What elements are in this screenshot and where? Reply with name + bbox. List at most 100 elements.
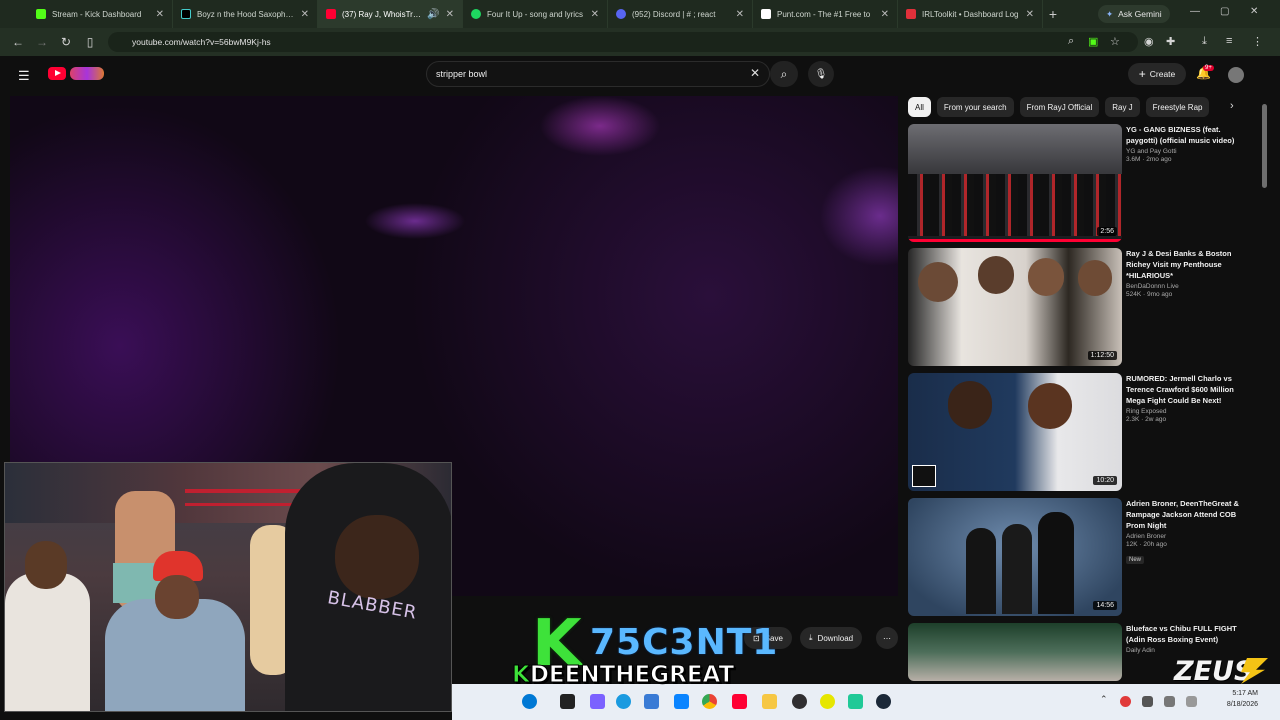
- tab-saxophone[interactable]: Boyz n the Hood Saxophone ✕: [173, 0, 318, 28]
- close-icon[interactable]: ✕: [156, 9, 164, 20]
- close-icon[interactable]: ✕: [446, 9, 454, 20]
- menu-icon[interactable]: ☰: [18, 68, 30, 84]
- sidebar-icon[interactable]: ▯: [78, 35, 102, 49]
- edge-icon[interactable]: [616, 694, 631, 709]
- video-title[interactable]: YG - GANG BIZNESS (feat. paygotti) (offi…: [1126, 124, 1244, 146]
- more-actions-button[interactable]: ⋯: [876, 627, 898, 649]
- close-icon[interactable]: ✕: [1026, 9, 1034, 20]
- tab-title: Boyz n the Hood Saxophone: [197, 9, 295, 19]
- tray-app-icon[interactable]: [1120, 696, 1131, 707]
- close-icon[interactable]: ✕: [591, 9, 599, 20]
- channel-name[interactable]: Daily Adin: [1126, 647, 1244, 654]
- chevron-right-icon[interactable]: ›: [1230, 100, 1234, 112]
- download-button[interactable]: ⤓ Download: [800, 627, 863, 649]
- minimize-icon[interactable]: —: [1190, 6, 1200, 17]
- channel-name[interactable]: Adrien Broner: [1126, 533, 1244, 540]
- create-label: Create: [1149, 69, 1176, 79]
- tab-title: IRLToolkit • Dashboard Log: [922, 9, 1019, 19]
- download-icon: ⤓: [809, 633, 813, 642]
- list-item[interactable]: 1:12:50 Ray J & Desi Banks & Boston Rich…: [908, 248, 1248, 366]
- plus-icon: +: [1138, 67, 1146, 81]
- battery-icon[interactable]: [1186, 696, 1197, 707]
- tab-punt[interactable]: Punt.com - The #1 Free to ✕: [753, 0, 898, 28]
- duration-badge: 14:56: [1093, 601, 1117, 610]
- reload-icon[interactable]: ↻: [54, 35, 78, 49]
- chip-from-your-search[interactable]: From your search: [936, 97, 1014, 117]
- chip-from-rayj-official[interactable]: From RayJ Official: [1019, 97, 1100, 117]
- youtube-app-icon[interactable]: [732, 694, 747, 709]
- store-icon[interactable]: [644, 694, 659, 709]
- tab-spotify[interactable]: Four It Up - song and lyrics ✕: [463, 0, 608, 28]
- video-stats: 2.3K · 2w ago: [1126, 416, 1167, 423]
- list-item[interactable]: 14:56 Adrien Broner, DeenTheGreat & Ramp…: [908, 498, 1248, 616]
- video-title[interactable]: Adrien Broner, DeenTheGreat & Rampage Ja…: [1126, 498, 1244, 531]
- start-icon[interactable]: [522, 694, 537, 709]
- speaker-icon[interactable]: 🔊: [427, 9, 439, 20]
- video-thumbnail[interactable]: 10:20: [908, 373, 1122, 491]
- irltoolkit-icon: [906, 9, 916, 19]
- tray-chevron-icon[interactable]: ⌃: [1100, 694, 1108, 705]
- volume-icon[interactable]: [1164, 696, 1175, 707]
- create-button[interactable]: + Create: [1128, 63, 1186, 85]
- tab-discord[interactable]: (952) Discord | # ; react ✕: [608, 0, 753, 28]
- chip-all[interactable]: All: [908, 97, 931, 117]
- avatar[interactable]: [1228, 67, 1244, 83]
- downloads-icon[interactable]: ⤓: [1202, 35, 1207, 48]
- scrollbar[interactable]: [1262, 104, 1267, 188]
- profile-extension-icon[interactable]: ◉: [1144, 35, 1154, 48]
- video-thumbnail[interactable]: 1:12:50: [908, 248, 1122, 366]
- copilot-icon[interactable]: [590, 694, 605, 709]
- list-item[interactable]: 2:56 YG - GANG BIZNESS (feat. paygotti) …: [908, 124, 1248, 242]
- chip-freestyle-rap[interactable]: Freestyle Rap: [1145, 97, 1210, 117]
- video-thumbnail[interactable]: 14:56: [908, 498, 1122, 616]
- video-title[interactable]: Ray J & Desi Banks & Boston Richey Visit…: [1126, 248, 1244, 281]
- maximize-icon[interactable]: ▢: [1220, 6, 1229, 17]
- norton-icon[interactable]: [820, 694, 835, 709]
- tab-kick-dashboard[interactable]: Stream - Kick Dashboard ✕: [28, 0, 173, 28]
- zoom-icon[interactable]: ⌕: [1068, 35, 1074, 48]
- bookmark-star-icon[interactable]: ☆: [1110, 35, 1120, 48]
- app-icon[interactable]: [848, 694, 863, 709]
- chip-ray-j[interactable]: Ray J: [1105, 97, 1140, 117]
- tiktok-icon: [181, 9, 191, 19]
- steam-icon[interactable]: [876, 694, 891, 709]
- wifi-icon[interactable]: [1142, 696, 1153, 707]
- back-icon[interactable]: ←: [6, 35, 30, 49]
- video-thumbnail[interactable]: [908, 623, 1122, 681]
- mail-icon[interactable]: [674, 694, 689, 709]
- list-item[interactable]: 10:20 RUMORED: Jermell Charlo vs Terence…: [908, 373, 1248, 491]
- video-stats: 12K · 20h ago: [1126, 541, 1167, 548]
- forward-icon[interactable]: →: [30, 35, 54, 49]
- close-icon[interactable]: ✕: [301, 9, 309, 20]
- video-title[interactable]: RUMORED: Jermell Charlo vs Terence Crawf…: [1126, 373, 1244, 406]
- address-bar[interactable]: youtube.com/watch?v=56bwM9Kj-hs: [108, 32, 1138, 52]
- profile-icon[interactable]: ≡: [1226, 35, 1232, 47]
- search-input[interactable]: stripper bowl: [426, 61, 770, 87]
- voice-search-button[interactable]: 🎙: [808, 61, 834, 87]
- tab-youtube-ray-j[interactable]: (37) Ray J, WhoisTruth 🔊 ✕: [318, 0, 463, 28]
- close-icon[interactable]: ✕: [881, 9, 889, 20]
- close-icon[interactable]: ✕: [736, 9, 744, 20]
- video-thumbnail[interactable]: 2:56: [908, 124, 1122, 242]
- channel-name[interactable]: YG and Pay Gotti: [1126, 148, 1244, 155]
- taskbar-clock[interactable]: 5:17 AM 8/18/2026: [1212, 688, 1258, 710]
- extensions-puzzle-icon[interactable]: ✚: [1166, 35, 1175, 48]
- search-button[interactable]: ⌕: [770, 61, 798, 87]
- channel-name[interactable]: BenDaDonnn Live: [1126, 283, 1244, 290]
- chrome-icon[interactable]: [702, 694, 717, 709]
- new-tab-button[interactable]: +: [1043, 6, 1063, 22]
- ask-gemini-button[interactable]: ✦ Ask Gemini: [1098, 5, 1170, 23]
- tab-irltoolkit[interactable]: IRLToolkit • Dashboard Log ✕: [898, 0, 1043, 28]
- video-title[interactable]: Blueface vs Chibu FULL FIGHT (Adin Ross …: [1126, 623, 1244, 645]
- obs-icon[interactable]: [792, 694, 807, 709]
- new-badge: New: [1126, 556, 1145, 564]
- youtube-logo-icon[interactable]: [48, 67, 66, 80]
- file-explorer-icon[interactable]: [762, 694, 777, 709]
- more-menu-icon[interactable]: ⋮: [1252, 35, 1263, 48]
- youtube-doodle-icon[interactable]: [70, 67, 104, 80]
- terminal-icon[interactable]: [560, 694, 575, 709]
- channel-name[interactable]: Ring Exposed: [1126, 408, 1244, 415]
- close-window-icon[interactable]: ✕: [1250, 6, 1258, 17]
- extension-icon[interactable]: ▣: [1088, 35, 1098, 48]
- clear-search-icon[interactable]: ✕: [750, 66, 760, 80]
